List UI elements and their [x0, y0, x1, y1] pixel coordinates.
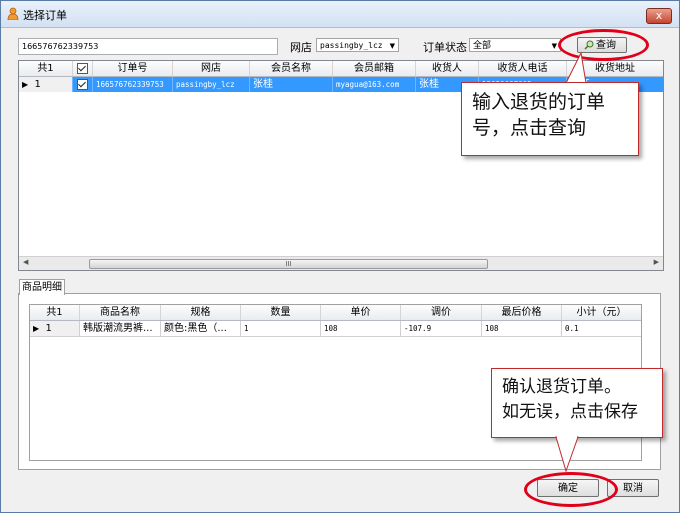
shop-label: 网店 — [290, 41, 312, 54]
details-col-subtotal: 小计（元） — [576, 307, 627, 318]
close-icon: x — [655, 9, 663, 22]
details-col-count: 共1 — [30, 305, 80, 320]
orders-col-email: 会员邮箱 — [333, 61, 416, 76]
details-row[interactable]: ▶ 1 韩版潮流男裤... 颜色:黑色（... 1 108 -107.9 108… — [30, 321, 641, 337]
details-row-subtotal: 0.1 — [565, 324, 579, 333]
confirm-callout-line2: 如无误，点击保存 — [502, 402, 638, 422]
status-label: 订单状态 — [423, 41, 467, 54]
scroll-left-icon[interactable]: ◀ — [23, 258, 28, 266]
details-row-pointer-icon: ▶ 1 — [30, 321, 80, 336]
tab-product-details[interactable]: 商品明细 — [19, 279, 65, 295]
shop-select[interactable]: passingby_lcz ▼ — [316, 38, 399, 52]
details-header: 共1 商品名称 规格 数量 单价 调价 最后价格 小计（元） — [30, 305, 641, 321]
close-button[interactable]: x — [646, 8, 672, 24]
details-col-price: 单价 — [321, 305, 401, 320]
details-col-final: 最后价格 — [482, 305, 562, 320]
confirm-callout-line1: 确认退货订单。 — [502, 377, 621, 397]
orders-col-count: 共1 — [19, 61, 73, 76]
shop-select-value: passingby_lcz — [320, 41, 383, 50]
details-row-final: 108 — [482, 321, 562, 336]
orders-col-shop: 网店 — [173, 61, 250, 76]
row-email: myagua@163.com — [333, 77, 416, 92]
query-callout: 输入退货的订单号，点击查询 — [461, 82, 639, 156]
order-number-input[interactable]: 1665767623397​53 — [18, 38, 278, 55]
select-all-checkbox[interactable] — [77, 63, 88, 74]
details-col-qty: 数量 — [241, 305, 321, 320]
window-title: 选择订单 — [23, 9, 67, 22]
row-pointer-icon: ▶ 1 — [19, 77, 73, 92]
orders-horizontal-scrollbar[interactable]: ◀ III ▶ — [19, 256, 663, 270]
status-select-value: 全部 — [473, 41, 492, 51]
orders-col-order-no: 订单号 — [93, 61, 173, 76]
select-order-window: 选择订单 x 1665767623397​53 网店 passingby_lcz… — [0, 0, 680, 513]
details-row-spec: 颜色:黑色（... — [161, 321, 241, 336]
details-row-name: 韩版潮流男裤... — [80, 321, 161, 336]
row-member: 张桂 — [250, 77, 333, 92]
scroll-right-icon[interactable]: ▶ — [654, 258, 659, 266]
row-checkbox-cell[interactable] — [73, 77, 93, 92]
title-bar[interactable]: 选择订单 x — [1, 1, 679, 28]
row-order-no: 1665767623397​53 — [93, 77, 173, 92]
row-checkbox[interactable] — [77, 79, 88, 90]
confirm-highlight-ring — [524, 472, 618, 507]
scroll-thumb[interactable]: III — [89, 259, 488, 269]
orders-col-receiver: 收货人 — [416, 61, 479, 76]
details-col-adjust: 调价 — [401, 305, 482, 320]
orders-col-member: 会员名称 — [250, 61, 333, 76]
orders-col-select-all[interactable] — [73, 61, 93, 76]
details-row-adjust[interactable]: -107.9 — [401, 321, 482, 336]
details-row-price: 108 — [321, 321, 401, 336]
row-shop: passingby_lcz — [173, 77, 250, 92]
status-select[interactable]: 全部 ▼ — [469, 38, 561, 52]
confirm-callout-pointer — [555, 436, 579, 473]
details-col-name: 商品名称 — [80, 305, 161, 320]
orders-col-phone: 收货人电话 — [479, 61, 567, 76]
confirm-callout: 确认退货订单。 如无误，点击保存 — [491, 368, 663, 438]
app-user-icon — [7, 7, 19, 20]
details-row-qty[interactable]: 1 — [241, 321, 321, 336]
chevron-down-icon: ▼ — [389, 42, 395, 50]
details-col-spec: 规格 — [161, 305, 241, 320]
chevron-down-icon: ▼ — [551, 42, 557, 50]
